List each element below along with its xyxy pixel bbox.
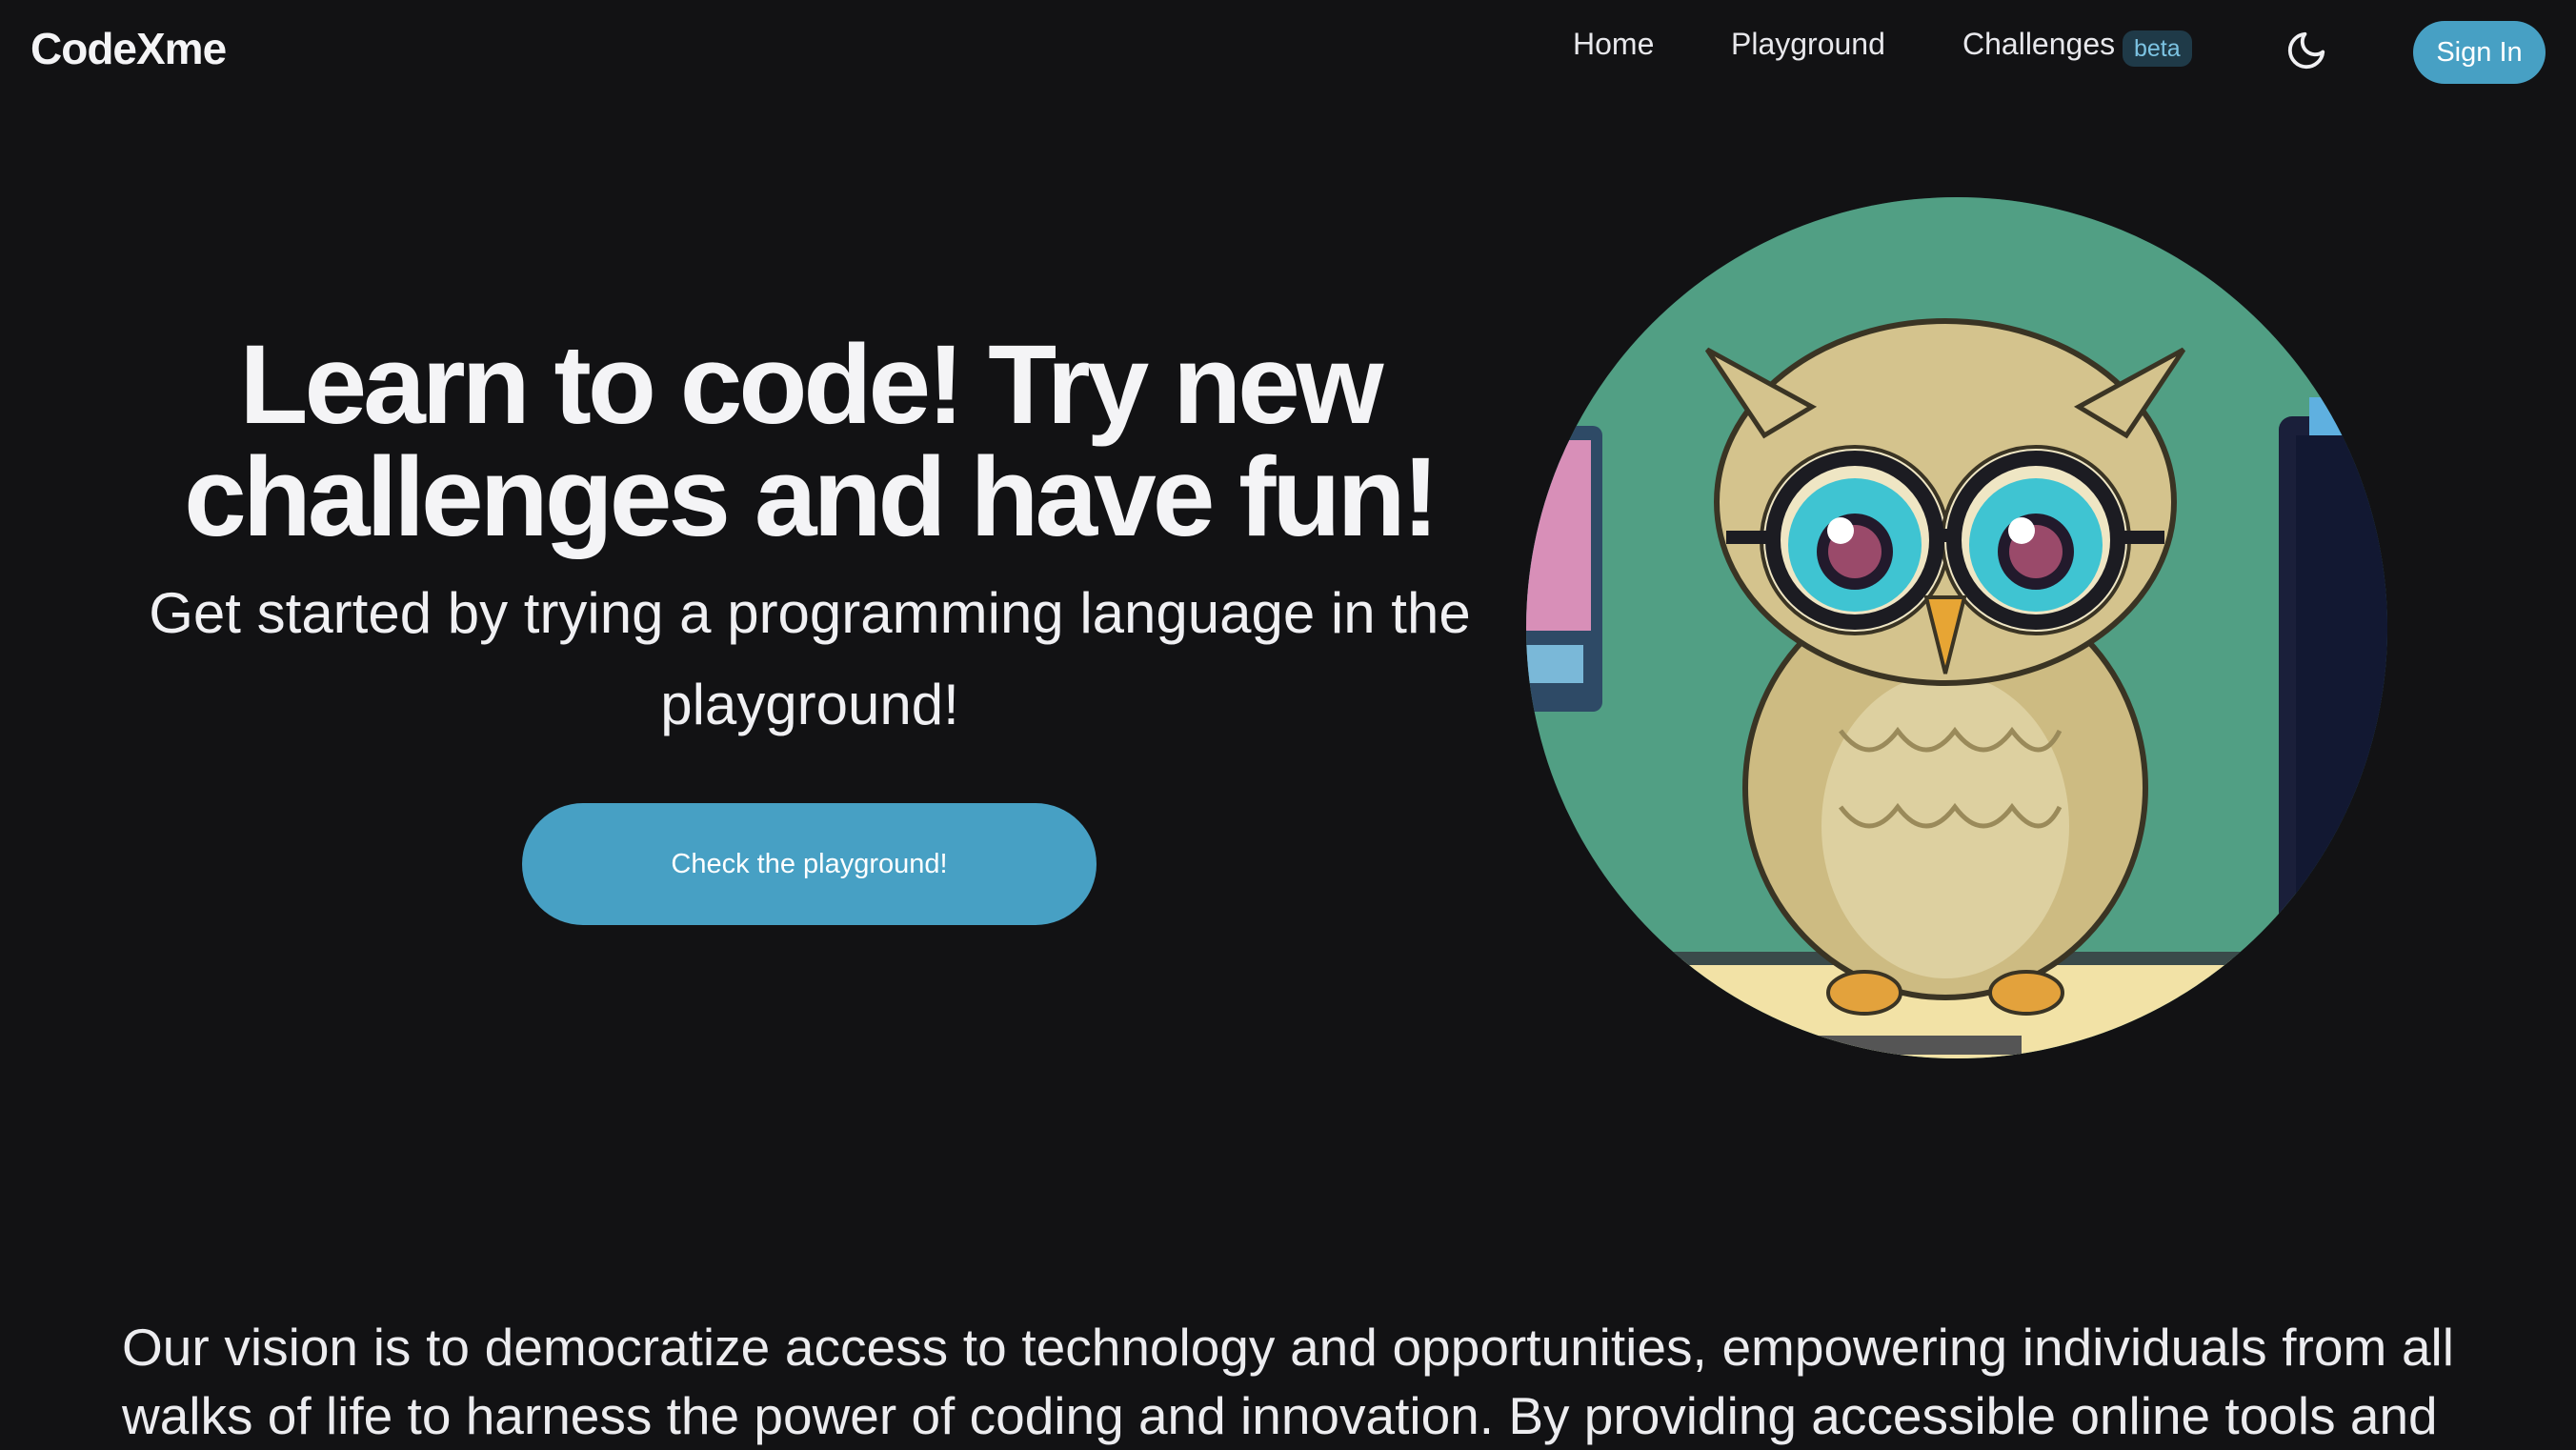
beta-badge: beta [2123, 30, 2192, 67]
nav-link-home[interactable]: Home [1573, 27, 1654, 62]
brand-logo[interactable]: CodeXme [30, 23, 227, 74]
check-playground-button[interactable]: Check the playground! [522, 803, 1097, 925]
moon-icon [2287, 31, 2325, 70]
hero-title: Learn to code! Try new challenges and ha… [184, 322, 1439, 560]
sign-in-button[interactable]: Sign In [2413, 21, 2546, 84]
vision-statement: Our vision is to democratize access to t… [122, 1318, 2454, 1445]
theme-toggle-button[interactable] [2284, 29, 2328, 72]
nav-link-challenges[interactable]: Challenges [1962, 27, 2115, 62]
navbar: CodeXme Home Playground Challenges beta … [0, 0, 2576, 103]
hero-subtitle: Get started by trying a programming lang… [149, 581, 1471, 736]
owl-mascot-image [1526, 197, 2387, 1058]
nav-link-playground[interactable]: Playground [1731, 27, 1885, 62]
